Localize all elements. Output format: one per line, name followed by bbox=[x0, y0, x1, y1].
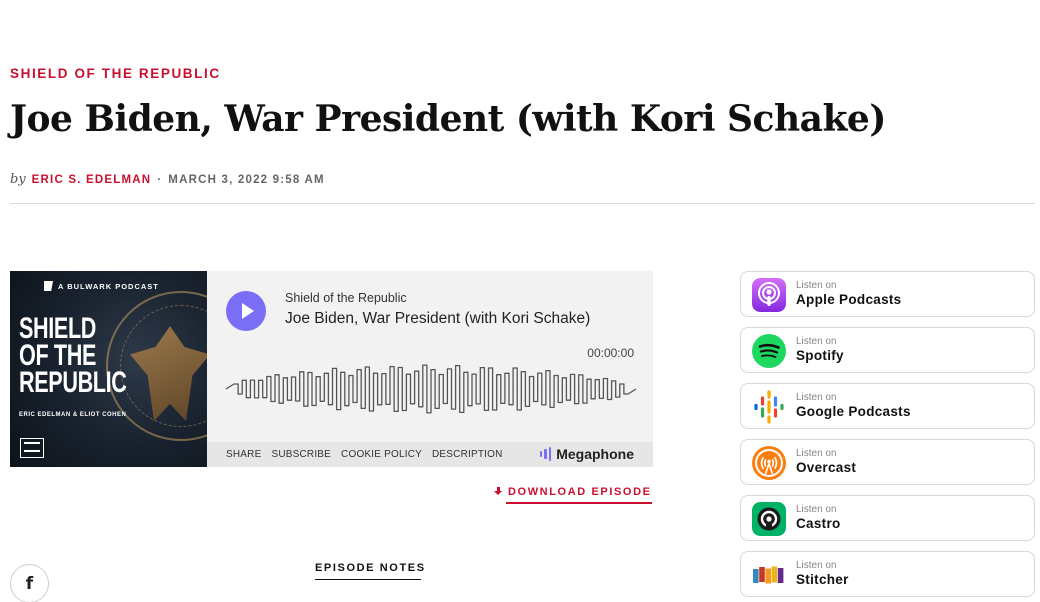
byline: by ERIC S. EDELMAN · MARCH 3, 2022 9:58 … bbox=[10, 172, 325, 187]
header-divider bbox=[10, 203, 1035, 204]
service-name: Stitcher bbox=[796, 572, 849, 587]
listen-prefix: Listen on bbox=[796, 280, 837, 291]
download-episode-link[interactable]: DOWNLOAD EPISODE bbox=[494, 486, 652, 498]
service-name: Spotify bbox=[796, 348, 844, 363]
player-bar: SHARE SUBSCRIBE COOKIE POLICY DESCRIPTIO… bbox=[207, 442, 653, 467]
artwork-hosts: ERIC EDELMAN & ELIOT COHEN bbox=[19, 412, 127, 418]
listen-spotify[interactable]: Listen on Spotify bbox=[740, 327, 1035, 373]
overcast-icon bbox=[752, 446, 786, 480]
podcast-artwork: A BULWARK PODCAST SHIELD OF THE REPUBLIC… bbox=[10, 271, 207, 467]
share-link[interactable]: SHARE bbox=[226, 449, 261, 460]
megaphone-label: Megaphone bbox=[556, 446, 634, 462]
listen-stitcher[interactable]: Listen on Stitcher bbox=[740, 551, 1035, 597]
listen-apple-podcasts[interactable]: Listen on Apple Podcasts bbox=[740, 271, 1035, 317]
cookie-policy-link[interactable]: COOKIE POLICY bbox=[341, 449, 422, 460]
artwork-brand: A BULWARK PODCAST bbox=[58, 282, 159, 291]
player-time: 00:00:00 bbox=[587, 346, 634, 360]
section-kicker[interactable]: SHIELD OF THE REPUBLIC bbox=[10, 66, 221, 81]
byline-by: by bbox=[10, 172, 26, 187]
listen-prefix: Listen on bbox=[796, 504, 837, 515]
service-name: Overcast bbox=[796, 460, 857, 475]
artwork-show-line: SHIELD bbox=[19, 312, 97, 345]
listen-google-podcasts[interactable]: Listen on Google Podcasts bbox=[740, 383, 1035, 429]
castro-icon bbox=[752, 502, 786, 536]
facebook-icon: f bbox=[25, 573, 34, 594]
service-name: Google Podcasts bbox=[796, 404, 911, 419]
listen-prefix: Listen on bbox=[796, 560, 837, 571]
google-podcasts-icon bbox=[752, 390, 786, 424]
listen-prefix: Listen on bbox=[796, 392, 837, 403]
download-label: DOWNLOAD EPISODE bbox=[508, 486, 652, 498]
download-icon bbox=[494, 487, 503, 497]
apple-podcasts-icon bbox=[752, 278, 786, 312]
stitcher-icon bbox=[752, 558, 786, 592]
player-show-name: Shield of the Republic bbox=[285, 291, 407, 305]
spotify-icon bbox=[752, 334, 786, 368]
download-underline bbox=[506, 502, 652, 504]
podcast-player: A BULWARK PODCAST SHIELD OF THE REPUBLIC… bbox=[10, 271, 653, 467]
facebook-share-button[interactable]: f bbox=[10, 564, 49, 602]
service-name: Apple Podcasts bbox=[796, 292, 902, 307]
listen-prefix: Listen on bbox=[796, 448, 837, 459]
author-link[interactable]: ERIC S. EDELMAN bbox=[32, 174, 152, 186]
artwork-building-icon bbox=[20, 438, 44, 458]
publish-date: MARCH 3, 2022 9:58 AM bbox=[168, 174, 325, 186]
listen-prefix: Listen on bbox=[796, 336, 837, 347]
listen-castro[interactable]: Listen on Castro bbox=[740, 495, 1035, 541]
bulwark-logo-icon bbox=[44, 281, 53, 291]
subscribe-link[interactable]: SUBSCRIBE bbox=[271, 449, 331, 460]
byline-separator: · bbox=[157, 174, 163, 186]
waveform[interactable] bbox=[226, 362, 636, 416]
waveform-line bbox=[226, 364, 636, 414]
listen-overcast[interactable]: Listen on Overcast bbox=[740, 439, 1035, 485]
service-name: Castro bbox=[796, 516, 841, 531]
artwork-show-title: SHIELD OF THE REPUBLIC bbox=[19, 312, 127, 399]
artwork-show-line: OF THE bbox=[19, 339, 97, 372]
description-link[interactable]: DESCRIPTION bbox=[432, 449, 503, 460]
play-button[interactable] bbox=[226, 291, 266, 331]
episode-notes-heading: EPISODE NOTES bbox=[315, 562, 426, 574]
player-episode-title: Joe Biden, War President (with Kori Scha… bbox=[285, 310, 591, 327]
article-title: Joe Biden, War President (with Kori Scha… bbox=[10, 98, 886, 140]
megaphone-logo[interactable]: Megaphone bbox=[539, 446, 634, 462]
megaphone-icon bbox=[539, 447, 552, 461]
artwork-show-line: REPUBLIC bbox=[19, 366, 127, 399]
episode-notes-underline bbox=[315, 579, 421, 580]
